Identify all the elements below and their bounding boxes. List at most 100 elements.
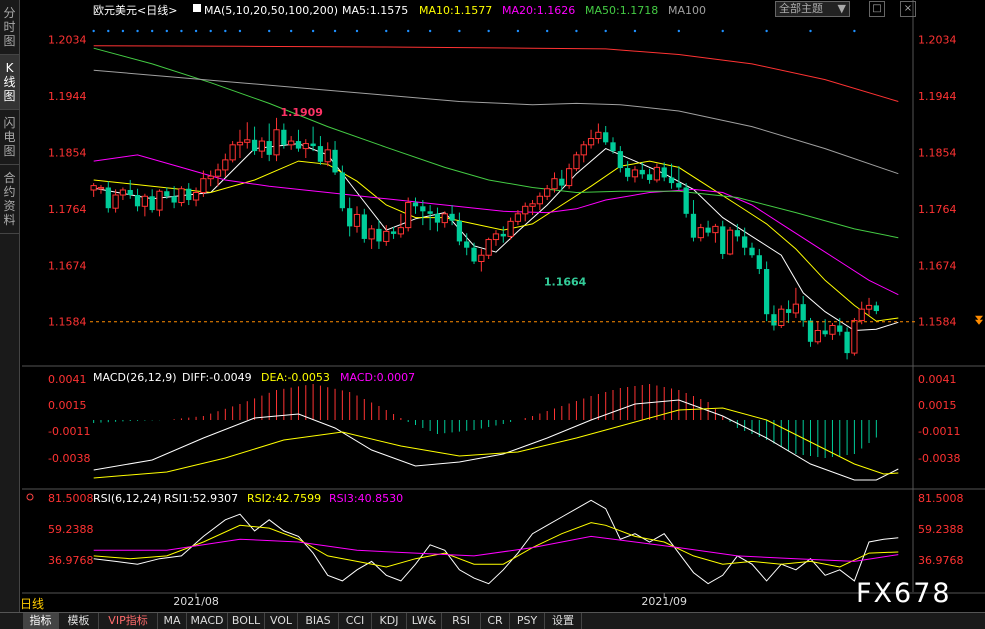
close-window-button[interactable]: × <box>900 1 916 17</box>
tab-cr[interactable]: CR <box>481 613 510 629</box>
candle-body <box>324 149 331 163</box>
candle-body <box>771 314 777 326</box>
ma100-value: MA100 <box>668 4 706 17</box>
ma-params-label: MA(5,10,20,50,100,200) <box>204 4 338 17</box>
tab-templates[interactable]: 模板 <box>59 613 99 629</box>
candle-body <box>376 228 382 242</box>
tab-bias[interactable]: BIAS <box>298 613 339 629</box>
tab-boll[interactable]: BOLL <box>228 613 265 629</box>
candle-body <box>353 213 361 227</box>
event-marker-dot <box>604 29 607 33</box>
theme-select-value: 全部主题 <box>779 2 823 15</box>
candle-body <box>178 188 185 204</box>
tab-settings[interactable]: 设置 <box>545 613 582 629</box>
price-tick-label: 1.2034 <box>48 33 87 46</box>
macd-tick-label-right: 0.0015 <box>918 399 957 412</box>
candle-body <box>507 220 514 237</box>
candle-body <box>742 236 748 248</box>
instrument-title: 欧元美元<日线> <box>93 3 177 17</box>
macd-dea-line <box>93 407 899 479</box>
candle-body <box>456 220 463 242</box>
candle-body <box>865 304 873 310</box>
event-marker-dot <box>136 29 139 33</box>
price-tick-label: 1.1674 <box>48 259 87 272</box>
event-marker-dot <box>238 29 242 33</box>
watermark-logo: FX678 <box>856 578 952 609</box>
event-marker-dot <box>677 29 681 33</box>
candle-body <box>697 227 704 239</box>
tab-lw[interactable]: LW& <box>407 613 442 629</box>
tab-ma[interactable]: MA <box>158 613 187 629</box>
candle-body <box>281 129 287 145</box>
rsi-tick-label: 36.9768 <box>48 554 94 567</box>
period-label[interactable]: 日线 <box>0 596 64 612</box>
candle-body <box>559 178 565 186</box>
event-marker-dot <box>809 29 812 33</box>
tab-indicators[interactable]: 指标 <box>23 613 59 629</box>
rsi-params-label: RSI(6,12,24) <box>93 492 161 505</box>
macd-diff-line <box>93 399 899 481</box>
tab-cci[interactable]: CCI <box>339 613 372 629</box>
candle-body <box>397 227 405 235</box>
candle-body <box>829 324 836 335</box>
rsi-tick-label: 59.2388 <box>48 523 94 536</box>
candle-body <box>288 140 295 146</box>
tab-kdj[interactable]: KDJ <box>372 613 407 629</box>
macd-tick-label: -0.0038 <box>48 452 90 465</box>
tab-psy[interactable]: PSY <box>510 613 545 629</box>
event-marker-dot <box>289 29 293 33</box>
event-marker-dot <box>406 29 410 33</box>
macd-diff-value: DIFF:-0.0049 <box>182 371 252 384</box>
candle-body <box>500 233 506 237</box>
candle-body <box>653 166 661 181</box>
event-marker-dot <box>311 29 315 33</box>
candle-body <box>676 183 682 188</box>
tab-rsi[interactable]: RSI <box>442 613 481 629</box>
tab-vip-indicators[interactable]: VIP指标 <box>99 613 158 629</box>
candle-body <box>149 196 155 211</box>
candle-body <box>565 168 573 187</box>
candle-body <box>544 188 551 197</box>
candle-body <box>778 308 785 326</box>
ma-line-ma50 <box>93 47 899 239</box>
rsi-settings-icon[interactable] <box>26 493 34 501</box>
candle-body <box>164 191 170 197</box>
candle-body <box>441 213 448 224</box>
candle-body <box>302 143 309 150</box>
theme-select[interactable]: 全部主题 ▼ <box>775 1 850 17</box>
macd-params-label: MACD(26,12,9) <box>93 371 177 384</box>
candle-body <box>141 195 148 207</box>
price-tick-label: 1.1764 <box>48 203 87 216</box>
candle-body <box>361 214 367 239</box>
candle-body <box>90 185 97 191</box>
candle-body <box>347 208 353 227</box>
event-marker-dot <box>150 29 154 33</box>
candle-body <box>800 304 806 321</box>
candle-body <box>332 149 338 173</box>
macd-tick-label-right: -0.0038 <box>918 452 960 465</box>
candle-body <box>449 213 455 221</box>
event-marker-dot <box>487 29 490 33</box>
candle-body <box>105 187 111 209</box>
candle-body <box>478 254 485 263</box>
candle-body <box>266 141 272 155</box>
tab-macd[interactable]: MACD <box>187 613 228 629</box>
tab-vol[interactable]: VOL <box>265 613 298 629</box>
candle-body <box>807 320 814 342</box>
rsi-tick-label-right: 81.5008 <box>918 492 964 505</box>
event-marker-dot <box>458 29 461 33</box>
candle-body <box>134 195 141 207</box>
macd-tick-label: 0.0041 <box>48 373 87 386</box>
restore-window-button[interactable]: □ <box>869 1 885 17</box>
event-marker-dot <box>545 29 549 33</box>
candle-body <box>873 305 879 312</box>
price-tick-label: 1.1944 <box>48 90 87 103</box>
candle-body <box>383 230 390 242</box>
candle-body <box>646 174 653 180</box>
candle-body <box>214 169 222 177</box>
rsi3-value: RSI3:40.8530 <box>329 492 403 505</box>
rsi3-line <box>93 535 899 562</box>
macd-histogram-value: MACD:0.0007 <box>340 371 415 384</box>
candle-body <box>127 189 133 196</box>
candle-body <box>420 206 426 212</box>
